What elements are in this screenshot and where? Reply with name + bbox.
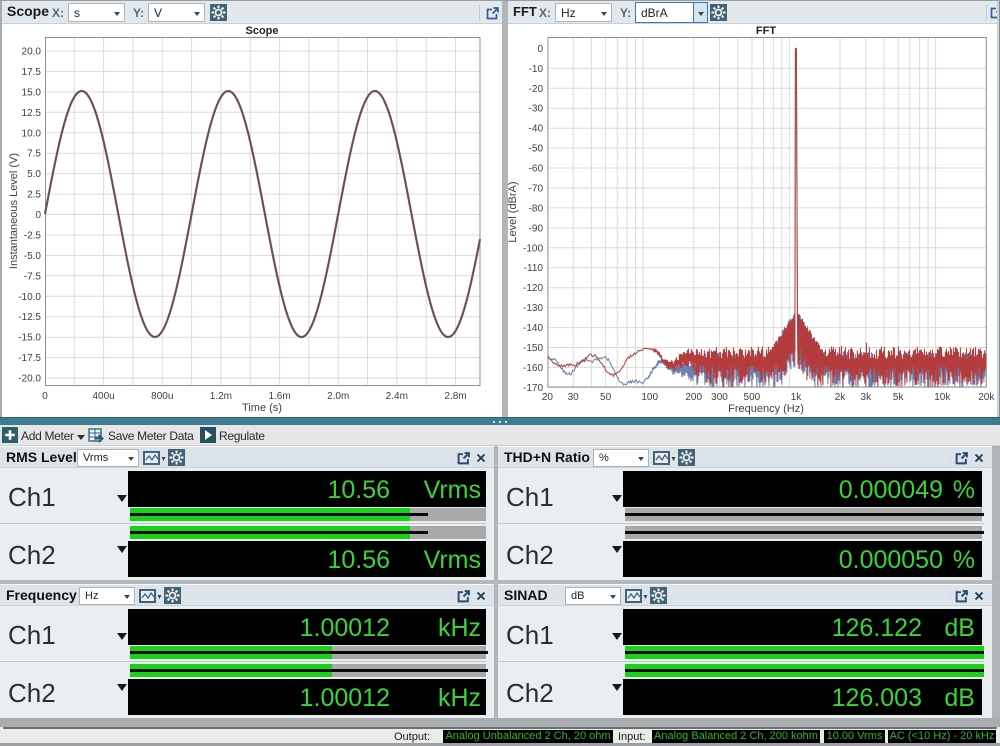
svg-text:-12.5: -12.5 bbox=[18, 312, 41, 323]
svg-text:-60: -60 bbox=[529, 164, 544, 175]
svg-text:-17.5: -17.5 bbox=[18, 353, 41, 364]
svg-text:-110: -110 bbox=[524, 263, 544, 274]
svg-text:100: 100 bbox=[641, 392, 658, 403]
svg-text:17.5: 17.5 bbox=[22, 67, 42, 78]
svg-text:7.5: 7.5 bbox=[27, 149, 41, 160]
svg-text:-40: -40 bbox=[529, 124, 544, 135]
svg-text:Frequency (Hz): Frequency (Hz) bbox=[728, 403, 804, 415]
svg-text:10k: 10k bbox=[934, 392, 951, 403]
svg-text:-70: -70 bbox=[529, 184, 544, 195]
svg-text:Time (s): Time (s) bbox=[242, 402, 282, 414]
svg-text:-170: -170 bbox=[523, 383, 543, 394]
svg-text:-30: -30 bbox=[529, 104, 544, 115]
svg-text:-140: -140 bbox=[523, 323, 543, 334]
svg-text:0: 0 bbox=[42, 391, 48, 402]
svg-text:30: 30 bbox=[568, 392, 580, 403]
svg-text:-20: -20 bbox=[529, 84, 544, 95]
svg-text:-2.5: -2.5 bbox=[24, 231, 42, 242]
svg-text:20: 20 bbox=[542, 392, 554, 403]
svg-text:3k: 3k bbox=[861, 392, 873, 403]
svg-text:2.5: 2.5 bbox=[27, 190, 41, 201]
svg-text:10.0: 10.0 bbox=[22, 128, 42, 139]
svg-text:15.0: 15.0 bbox=[22, 87, 42, 98]
svg-text:Level (dBrA): Level (dBrA) bbox=[507, 181, 519, 242]
svg-text:2.8m: 2.8m bbox=[444, 391, 466, 402]
svg-text:-5.0: -5.0 bbox=[24, 251, 42, 262]
svg-text:Instantaneous Level (V): Instantaneous Level (V) bbox=[8, 153, 20, 269]
svg-text:-15.0: -15.0 bbox=[18, 333, 41, 344]
svg-text:50: 50 bbox=[600, 392, 612, 403]
svg-text:200: 200 bbox=[685, 392, 702, 403]
svg-text:-7.5: -7.5 bbox=[24, 271, 42, 282]
svg-text:-10: -10 bbox=[529, 64, 544, 75]
svg-text:-160: -160 bbox=[523, 363, 543, 374]
svg-text:5k: 5k bbox=[893, 392, 905, 403]
svg-text:-20.0: -20.0 bbox=[18, 374, 41, 385]
svg-text:5.0: 5.0 bbox=[27, 169, 41, 180]
svg-text:-100: -100 bbox=[523, 243, 543, 254]
svg-text:2k: 2k bbox=[835, 392, 847, 403]
svg-text:500: 500 bbox=[744, 392, 761, 403]
svg-text:1.6m: 1.6m bbox=[268, 391, 290, 402]
svg-text:0: 0 bbox=[35, 210, 41, 221]
svg-text:20.0: 20.0 bbox=[22, 47, 42, 58]
svg-text:Scope: Scope bbox=[245, 25, 278, 37]
svg-text:-80: -80 bbox=[529, 203, 544, 214]
svg-text:20k: 20k bbox=[978, 392, 995, 403]
svg-text:2.0m: 2.0m bbox=[327, 391, 349, 402]
svg-text:-120: -120 bbox=[523, 283, 543, 294]
svg-text:-90: -90 bbox=[529, 223, 544, 234]
svg-text:300: 300 bbox=[711, 392, 728, 403]
svg-text:400u: 400u bbox=[92, 391, 114, 402]
svg-text:1k: 1k bbox=[791, 392, 803, 403]
svg-text:0: 0 bbox=[537, 44, 543, 55]
svg-text:-50: -50 bbox=[529, 144, 544, 155]
svg-text:2.4m: 2.4m bbox=[386, 391, 408, 402]
svg-text:800u: 800u bbox=[151, 391, 173, 402]
svg-text:1.2m: 1.2m bbox=[210, 391, 232, 402]
svg-text:-10.0: -10.0 bbox=[18, 292, 41, 303]
svg-text:12.5: 12.5 bbox=[22, 108, 42, 119]
svg-text:FFT: FFT bbox=[756, 25, 776, 37]
svg-text:-150: -150 bbox=[523, 343, 543, 354]
svg-text:-130: -130 bbox=[523, 303, 543, 314]
